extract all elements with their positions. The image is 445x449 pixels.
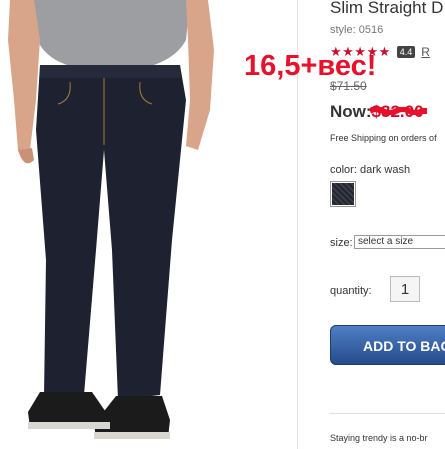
quantity-label: quantity: [330,285,372,297]
size-label: size: [330,237,353,249]
sale-price-row: Now:$32.00 [330,102,427,122]
size-select[interactable]: select a size [354,235,445,249]
red-scribble-icon [369,107,427,115]
rating-badge: 4.4 [396,46,416,58]
free-shipping-note: Free Shipping on orders of [330,133,437,143]
section-divider [330,413,445,414]
now-label: Now: [330,102,372,121]
product-title: Slim Straight D [330,0,444,17]
style-number: style: 0516 [330,24,384,36]
quantity-input[interactable]: 1 [390,276,420,302]
color-label: color: dark wash [330,164,411,176]
now-price: $32.00 [369,102,427,121]
color-swatch-dark-wash[interactable] [330,181,356,207]
add-to-bag-button[interactable]: ADD TO BAG [330,325,445,365]
product-description: Staying trendy is a no-br [330,433,428,443]
reviews-link[interactable]: R [421,45,430,59]
handwritten-annotation: 16,5+вес! [244,50,377,82]
